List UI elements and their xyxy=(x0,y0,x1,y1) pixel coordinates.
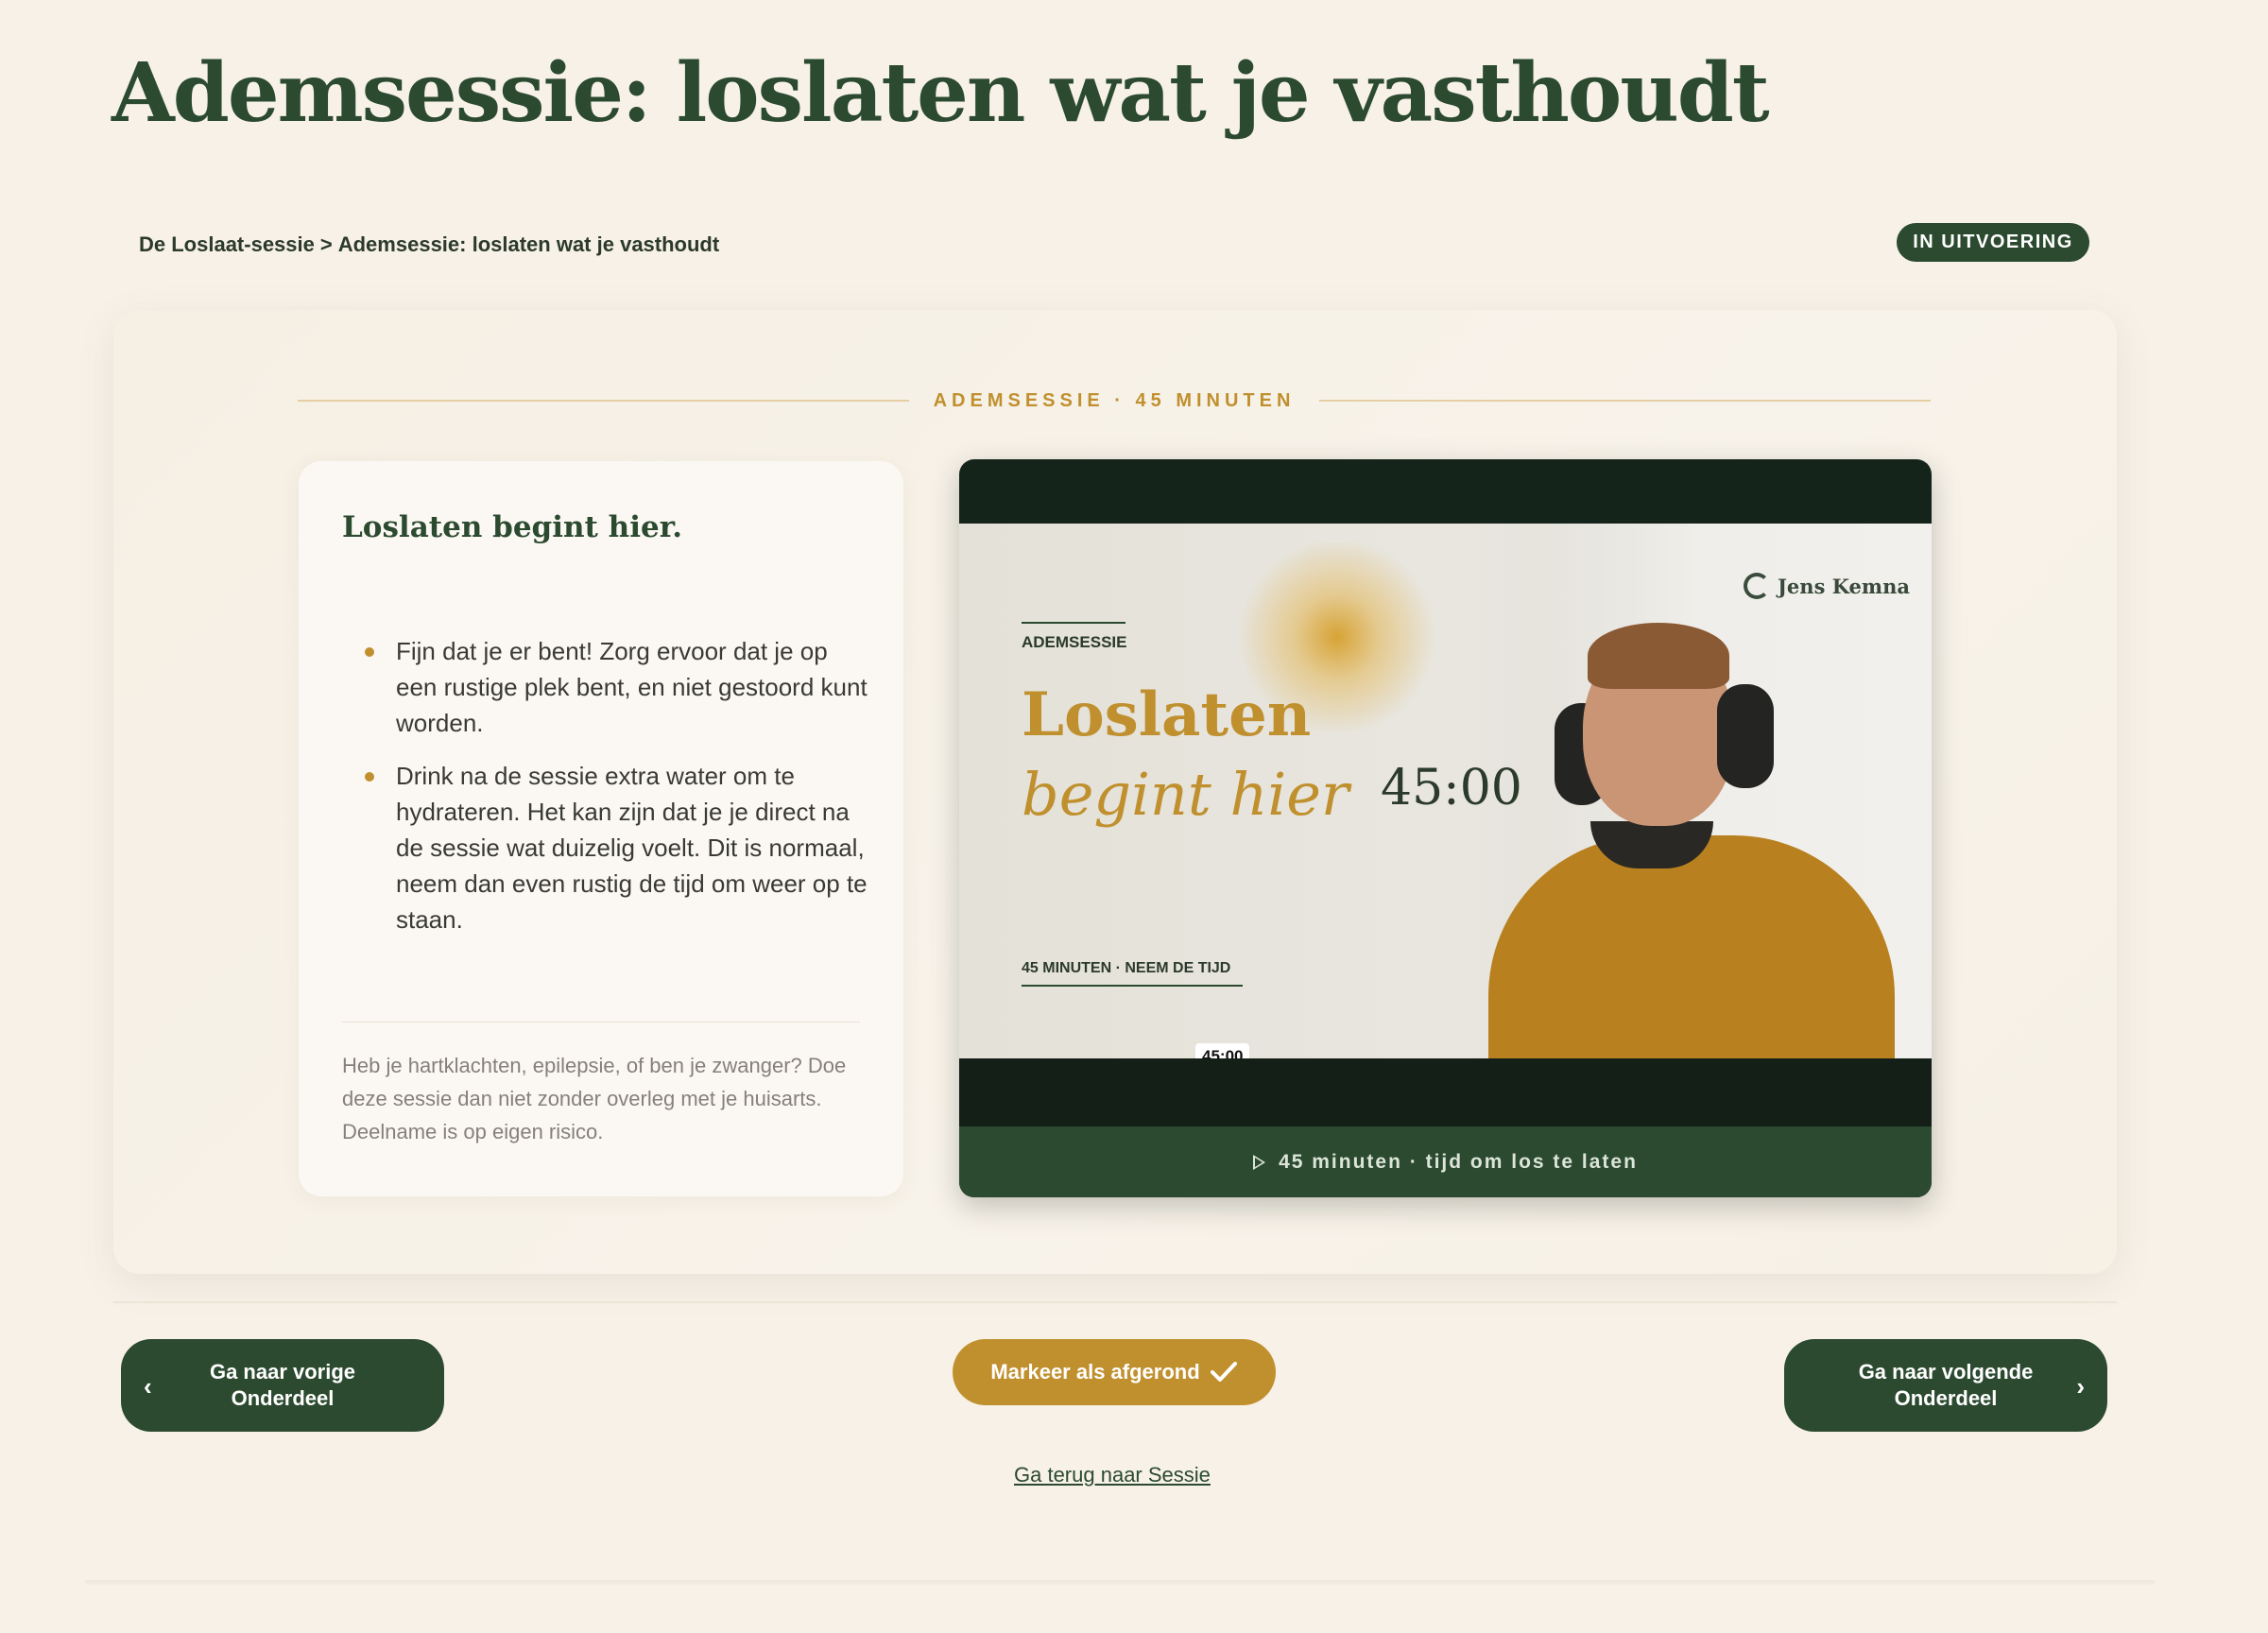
kicker-rule xyxy=(1022,622,1125,624)
brand-ring-icon xyxy=(1744,573,1770,599)
next-label-line1: Ga naar volgende xyxy=(1858,1360,2034,1384)
time-tooltip: 45:00 xyxy=(1195,1043,1250,1058)
next-part-button[interactable]: Ga naar volgende Onderdeel › xyxy=(1784,1339,2107,1432)
previous-button-label: Ga naar vorige Onderdeel xyxy=(210,1359,355,1412)
previous-part-button[interactable]: ‹ Ga naar vorige Onderdeel xyxy=(121,1339,444,1432)
chevron-left-icon: ‹ xyxy=(144,1372,152,1401)
headphones-icon xyxy=(1717,684,1774,788)
video-caption-bar: 45 minuten · tijd om los te laten xyxy=(959,1126,1932,1197)
divider-right xyxy=(1319,400,1932,402)
status-badge: IN UITVOERING xyxy=(1897,223,2089,262)
breadcrumb-separator: > xyxy=(319,232,333,256)
video-kicker: ADEMSESSIE xyxy=(1022,633,1127,651)
mark-complete-button[interactable]: Markeer als afgerond xyxy=(953,1339,1276,1405)
video-caption: 45 minuten · tijd om los te laten xyxy=(1279,1150,1638,1173)
info-divider xyxy=(342,1022,860,1023)
previous-label-line2: Onderdeel xyxy=(231,1386,335,1410)
mark-complete-label: Markeer als afgerond xyxy=(990,1360,1200,1384)
video-footnote: 45 MINUTEN · NEEM DE TIJD xyxy=(1022,960,1231,976)
video-letterbox xyxy=(959,1058,1932,1126)
video-timer: 45:00 xyxy=(1381,760,1522,816)
back-to-session-link[interactable]: Ga terug naar Sessie xyxy=(1014,1463,1211,1487)
breadcrumb: De Loslaat-sessie > Ademsessie: loslaten w… xyxy=(139,232,719,257)
next-button-label: Ga naar volgende Onderdeel xyxy=(1859,1359,2034,1412)
presenter-hair xyxy=(1588,623,1729,689)
instructions-list: Fijn dat je er bent! Zorg ervoor dat je … xyxy=(365,633,868,954)
info-heading: Loslaten begint hier. xyxy=(342,510,682,544)
video-frame[interactable]: Jens Kemna ADEMSESSIE Loslaten begint hi… xyxy=(959,524,1932,1058)
brand-name: Jens Kemna xyxy=(1778,574,1910,598)
breadcrumb-parent-link[interactable]: De Loslaat-sessie xyxy=(139,232,315,256)
video-player[interactable]: Jens Kemna ADEMSESSIE Loslaten begint hi… xyxy=(959,459,1932,1197)
chevron-right-icon: › xyxy=(2076,1372,2085,1401)
checkmark-icon xyxy=(1210,1362,1237,1382)
section-label: ADEMSESSIE · 45 MINUTEN xyxy=(933,389,1296,411)
page-bottom-edge xyxy=(85,1580,2155,1586)
page-title: Ademsessie: loslaten wat je vasthoudt xyxy=(112,45,1770,141)
health-disclaimer: Heb je hartklachten, epilepsie, of ben j… xyxy=(342,1054,847,1143)
footer-divider xyxy=(113,1301,2117,1303)
footnote-rule xyxy=(1022,985,1243,987)
breadcrumb-current: Ademsessie: loslaten wat je vasthoudt xyxy=(337,232,720,256)
list-item: Fijn dat je er bent! Zorg ervoor dat je … xyxy=(365,633,868,741)
bullet-dot-icon xyxy=(365,772,374,782)
section-label-row: ADEMSESSIE · 45 MINUTEN xyxy=(298,388,1932,413)
video-title-line1: Loslaten xyxy=(1022,679,1312,750)
previous-label-line1: Ga naar vorige xyxy=(209,1360,356,1384)
list-item-text: Fijn dat je er bent! Zorg ervoor dat je … xyxy=(396,637,868,737)
list-item: Drink na de sessie extra water om te hyd… xyxy=(365,758,868,937)
brand-logo: Jens Kemna xyxy=(1744,573,1910,599)
play-outline-icon xyxy=(1253,1154,1266,1170)
list-item-text: Drink na de sessie extra water om te hyd… xyxy=(396,762,868,934)
next-label-line2: Onderdeel xyxy=(1894,1386,1998,1410)
bullet-dot-icon xyxy=(365,647,374,657)
video-title-line2: begint hier xyxy=(1022,760,1349,829)
divider-left xyxy=(298,400,909,402)
